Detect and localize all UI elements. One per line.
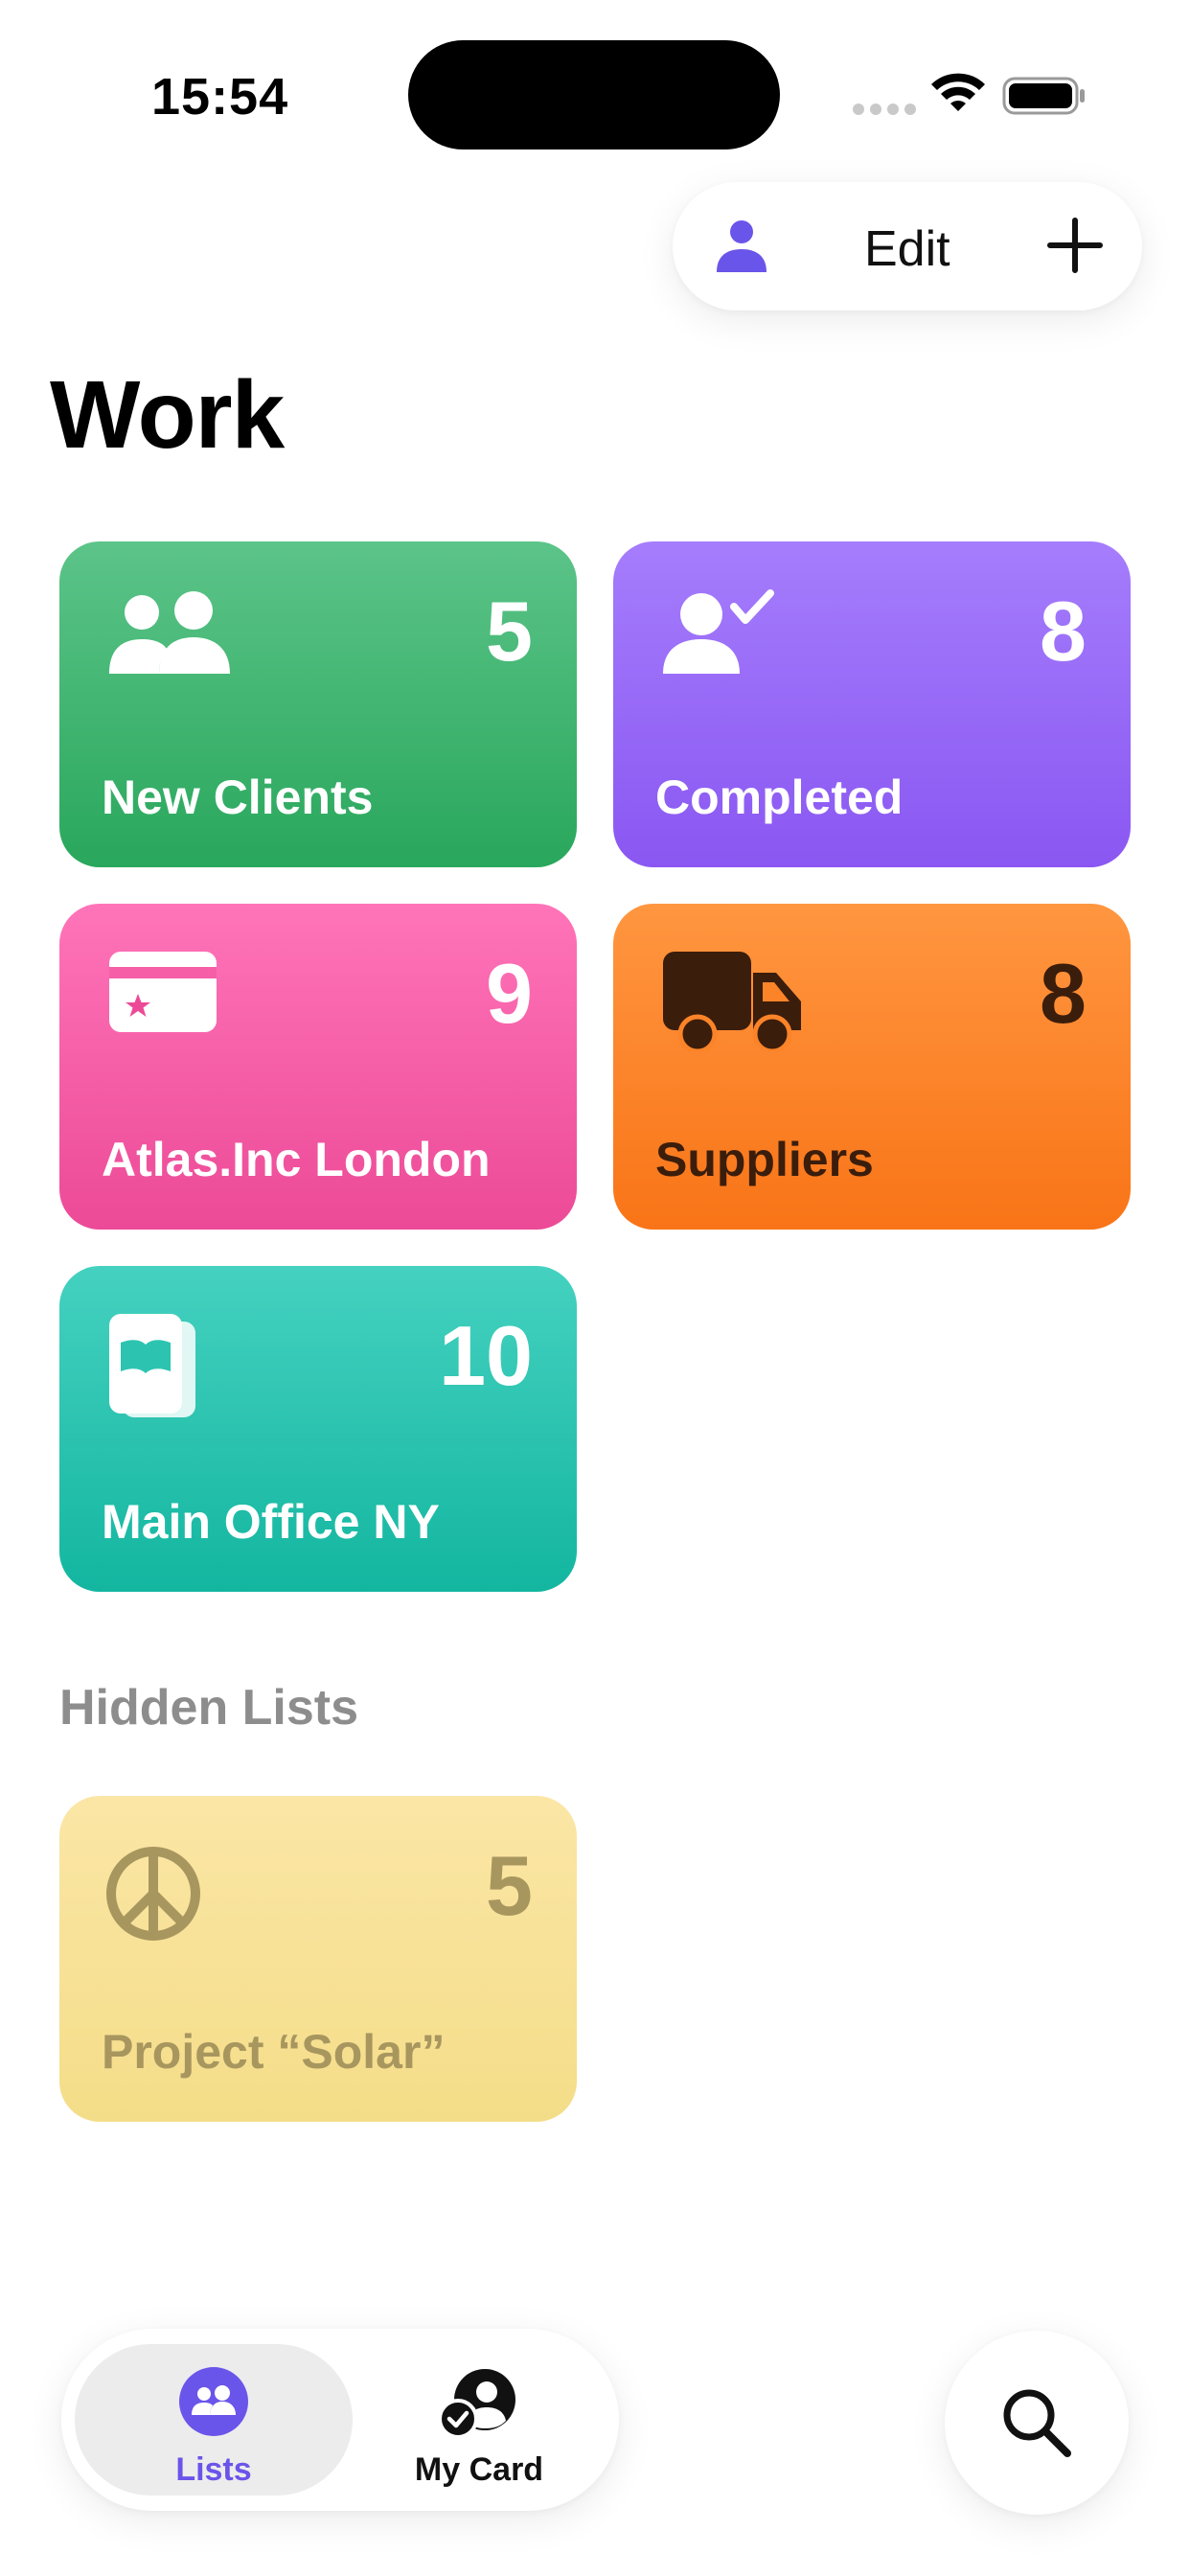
section-title-hidden-lists: Hidden Lists (59, 1680, 359, 1736)
edit-button[interactable]: Edit (864, 220, 950, 278)
list-card-suppliers[interactable]: 8 Suppliers (613, 904, 1131, 1230)
search-button[interactable] (945, 2331, 1129, 2515)
plus-icon[interactable] (1044, 215, 1106, 276)
list-count: 8 (1040, 584, 1087, 678)
status-time: 15:54 (151, 68, 289, 126)
page-title: Work (50, 361, 285, 469)
magnifier-icon (1003, 2389, 1071, 2457)
truck-icon (663, 952, 801, 1051)
tab-label: My Card (414, 2451, 544, 2488)
list-count: 8 (1040, 946, 1087, 1041)
list-label: Atlas.Inc London (102, 1133, 491, 1186)
list-card-completed[interactable]: 8 Completed (613, 541, 1131, 867)
wifi-icon (931, 73, 985, 111)
list-count: 5 (486, 584, 533, 678)
tab-lists[interactable]: Lists (75, 2344, 353, 2496)
tab-my-card[interactable]: My Card (353, 2344, 606, 2496)
tab-label: Lists (175, 2451, 252, 2488)
list-card-project-solar[interactable]: 5 Project “Solar” (59, 1796, 577, 2122)
tab-bar: Lists My Card (61, 2329, 619, 2511)
credit-card-star-icon (109, 952, 217, 1032)
cellular-signal-icon (853, 104, 916, 115)
person-icon[interactable] (711, 215, 772, 276)
list-label: Suppliers (655, 1133, 874, 1186)
two-people-icon (109, 591, 230, 674)
list-count: 10 (439, 1308, 533, 1403)
dynamic-island (408, 40, 780, 150)
list-card-main-office-ny[interactable]: 10 Main Office NY (59, 1266, 577, 1592)
battery-icon (1002, 77, 1085, 115)
list-count: 5 (486, 1838, 533, 1933)
top-toolbar: Edit (673, 182, 1142, 310)
list-card-new-clients[interactable]: 5 New Clients (59, 541, 577, 867)
book-icon (109, 1314, 195, 1417)
peace-sign-icon (106, 1847, 200, 1941)
person-circle-check-icon (439, 2369, 515, 2439)
people-circle-icon (179, 2367, 248, 2436)
person-checkmark-icon (663, 589, 774, 674)
list-count: 9 (486, 946, 533, 1041)
list-label: New Clients (102, 770, 374, 824)
list-card-atlas-inc-london[interactable]: 9 Atlas.Inc London (59, 904, 577, 1230)
list-label: Project “Solar” (102, 2025, 446, 2079)
list-label: Completed (655, 770, 904, 824)
list-label: Main Office NY (102, 1495, 440, 1549)
